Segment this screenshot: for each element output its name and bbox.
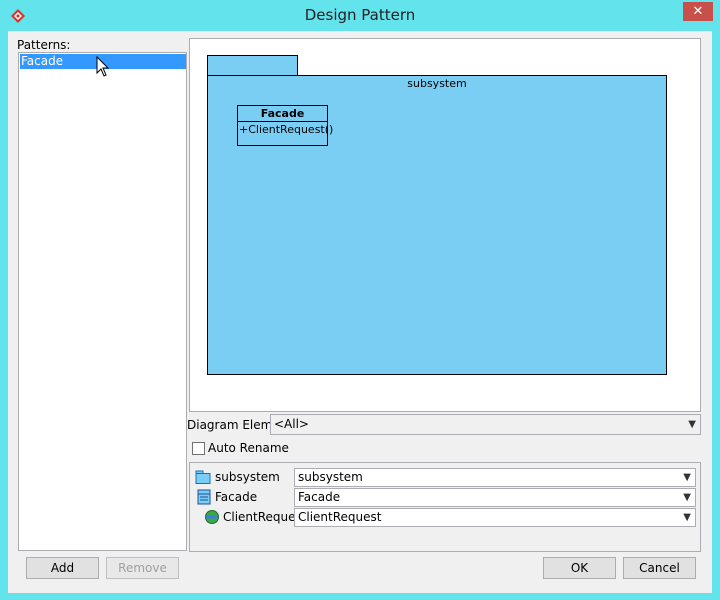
class-shape: Facade +ClientRequest() — [237, 105, 334, 146]
operation-icon — [205, 510, 219, 524]
chevron-down-icon: ▼ — [683, 492, 691, 503]
property-value-select[interactable]: Facade ▼ — [294, 488, 696, 507]
patterns-label: Patterns: — [17, 38, 71, 52]
auto-rename-label: Auto Rename — [208, 441, 289, 455]
chevron-down-icon: ▼ — [683, 512, 691, 523]
property-value: ClientRequest — [298, 510, 382, 524]
remove-button[interactable]: Remove — [106, 557, 179, 579]
auto-rename-checkbox[interactable] — [192, 442, 205, 455]
class-icon — [197, 489, 211, 505]
diagram-element-select[interactable]: <All> ▼ — [270, 414, 701, 435]
package-shape: subsystem Facade +ClientRequest() — [207, 75, 667, 375]
package-icon — [195, 470, 211, 484]
window-title: Design Pattern — [304, 6, 416, 24]
diagram-preview: subsystem Facade +ClientRequest() — [189, 38, 701, 412]
pattern-properties-panel: subsystem subsystem ▼ Facade Facade ▼ Cl… — [189, 462, 701, 552]
ok-button[interactable]: OK — [543, 557, 616, 579]
add-button[interactable]: Add — [26, 557, 99, 579]
package-name: subsystem — [407, 77, 467, 90]
patterns-list[interactable]: Facade — [18, 52, 187, 551]
property-name: subsystem — [215, 470, 280, 484]
property-value-select[interactable]: ClientRequest ▼ — [294, 508, 696, 527]
diagram-element-value: <All> — [274, 417, 309, 431]
title-bar: Design Pattern ✕ — [0, 0, 720, 30]
class-operation: +ClientRequest() — [239, 123, 334, 136]
class-name: Facade — [238, 106, 327, 122]
mouse-cursor-icon — [96, 56, 110, 77]
design-pattern-dialog: Design Pattern ✕ Patterns: Facade subsys… — [0, 0, 720, 600]
property-name: Facade — [215, 490, 258, 504]
property-row: subsystem subsystem ▼ — [190, 467, 700, 487]
property-value: subsystem — [298, 470, 363, 484]
close-button[interactable]: ✕ — [683, 2, 713, 21]
property-row: Facade Facade ▼ — [190, 487, 700, 507]
property-value: Facade — [298, 490, 341, 504]
property-value-select[interactable]: subsystem ▼ — [294, 468, 696, 487]
chevron-down-icon: ▼ — [683, 472, 691, 483]
property-row: ClientRequest ClientRequest ▼ — [190, 507, 700, 527]
dialog-body: Patterns: Facade subsystem Facade +Clien… — [8, 31, 712, 593]
package-tab — [207, 55, 298, 76]
cancel-button[interactable]: Cancel — [623, 557, 696, 579]
chevron-down-icon: ▼ — [688, 419, 696, 430]
